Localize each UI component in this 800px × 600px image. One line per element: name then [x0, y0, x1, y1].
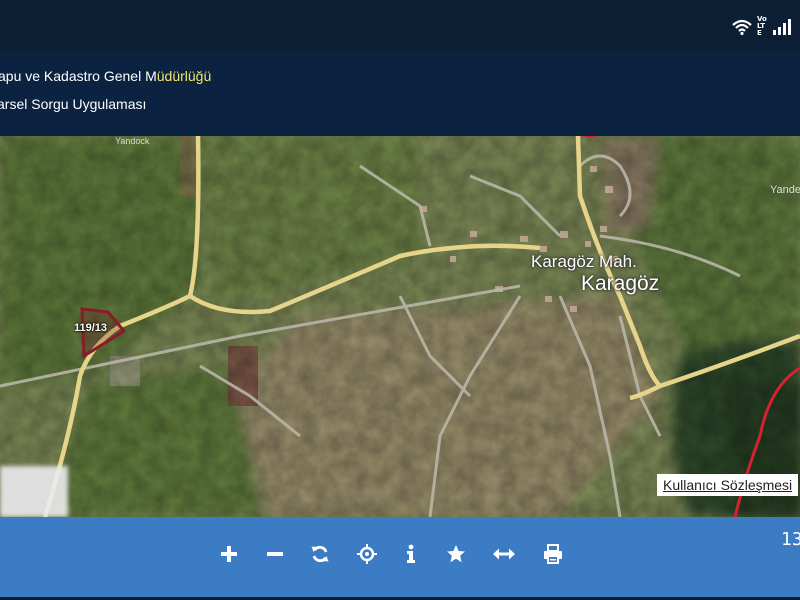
info-icon [407, 544, 415, 563]
map-view[interactable]: Yandock Yande 119/13 Karagöz Mah. Karagö… [0, 136, 800, 517]
page-subtitle: arsel Sorgu Uygulaması [0, 96, 147, 112]
minus-icon [267, 552, 283, 556]
crosshair-icon [357, 544, 377, 564]
page-title: apu ve Kadastro Genel Müdürlüğü [0, 68, 211, 84]
parcel-label[interactable]: 119/13 [74, 322, 107, 334]
scale-readout: 13 [781, 529, 800, 550]
plus-icon [221, 546, 237, 562]
map-toolbar: 13 [0, 517, 800, 600]
parcel-query-app: Vo LTE apu ve Kadastro Genel Müdürlüğü a… [0, 0, 800, 600]
signal-icon [773, 18, 791, 35]
print-button[interactable] [540, 541, 566, 567]
redacted-overlay [0, 466, 68, 517]
place-label-faded-right: Yande [770, 184, 800, 196]
favorite-button[interactable] [443, 541, 469, 567]
volte-icon: Vo LTE [757, 15, 767, 37]
arrows-horizontal-icon [493, 548, 515, 560]
app-header: apu ve Kadastro Genel Müdürlüğü arsel So… [0, 52, 800, 136]
star-icon [447, 545, 465, 563]
zoom-in-button[interactable] [216, 541, 242, 567]
terms-link[interactable]: Kullanıcı Sözleşmesi [657, 474, 799, 496]
wifi-icon [732, 19, 752, 35]
locate-button[interactable] [354, 541, 380, 567]
place-label-faded-top: Yandock [115, 136, 150, 146]
refresh-icon [311, 545, 329, 563]
measure-button[interactable] [491, 541, 517, 567]
status-icons: Vo LTE [732, 16, 794, 37]
title-prefix: apu ve Kadastro Genel M [0, 68, 157, 84]
place-label-mahalle: Karagöz Mah. [531, 252, 637, 271]
zoom-out-button[interactable] [262, 541, 288, 567]
satellite-imagery [0, 136, 800, 517]
info-button[interactable] [398, 541, 424, 567]
title-highlight: üdürlüğü [156, 68, 212, 84]
printer-icon [544, 544, 562, 564]
refresh-button[interactable] [307, 541, 333, 567]
place-label-village: Karagöz [581, 272, 660, 295]
status-bar: Vo LTE [0, 0, 800, 52]
